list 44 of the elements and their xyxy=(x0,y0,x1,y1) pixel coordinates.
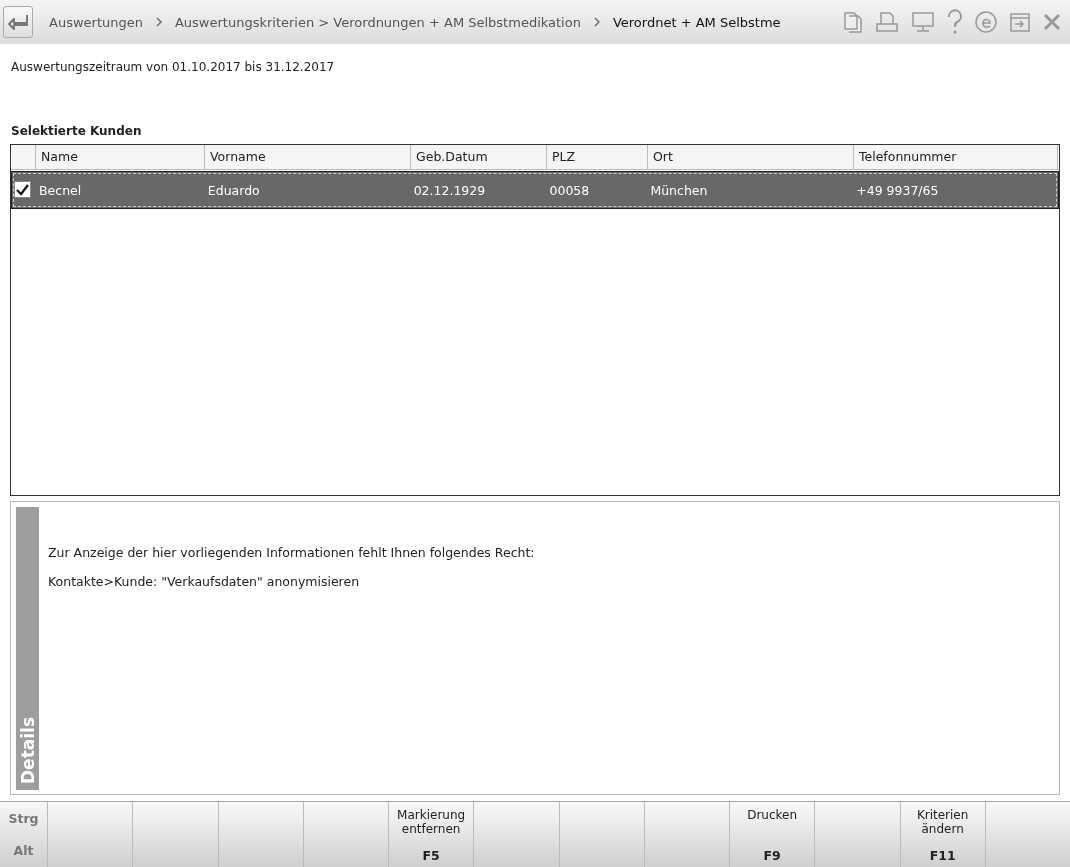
function-key-button[interactable] xyxy=(815,802,900,867)
period-text: Auswertungszeitraum von 01.10.2017 bis 31.12.2017 xyxy=(10,59,336,76)
modifier-label[interactable]: Strg xyxy=(8,810,39,826)
table-cell: München xyxy=(650,182,708,198)
chevron-icon xyxy=(154,17,163,27)
function-key-button[interactable] xyxy=(559,802,644,867)
column-header[interactable]: Ort xyxy=(648,145,854,169)
column-header[interactable]: Name xyxy=(36,145,205,169)
column-header[interactable]: PLZ xyxy=(547,145,648,169)
close-icon[interactable] xyxy=(1042,12,1062,32)
column-header[interactable]: Geb.Datum xyxy=(411,145,547,169)
function-key-button[interactable] xyxy=(303,802,388,867)
copy-document-icon[interactable] xyxy=(842,10,864,34)
column-header[interactable]: Telefonnummer xyxy=(854,145,1058,169)
breadcrumb-link[interactable]: Verordnet + AM Selbstme xyxy=(612,14,781,30)
back-button[interactable] xyxy=(3,6,33,38)
e-circle-icon[interactable] xyxy=(974,10,998,34)
details-text: Kontakte>Kunde: "Verkaufsdaten" anonymisieren xyxy=(48,574,361,589)
function-key-button[interactable] xyxy=(48,802,133,867)
function-key-button[interactable]: Markierung entfernen F5 xyxy=(389,802,474,867)
column-header[interactable]: Vorname xyxy=(205,145,411,169)
function-key-button[interactable] xyxy=(985,802,1070,867)
checkbox[interactable] xyxy=(14,181,31,199)
table-row[interactable]: Becnel Eduardo 02.12.1929 00058 München +49 9937/65 xyxy=(11,171,1059,209)
function-key-button[interactable] xyxy=(474,802,559,867)
table-cell: Becnel xyxy=(39,182,82,198)
breadcrumb-link[interactable]: Auswertungen xyxy=(49,14,143,30)
table-cell: Eduardo xyxy=(207,182,260,198)
monitor-icon[interactable] xyxy=(910,10,936,34)
details-text: Zur Anzeige der hier vorliegenden Informationen fehlt Ihnen folgendes Recht: xyxy=(48,545,535,560)
help-icon[interactable] xyxy=(946,9,964,35)
chevron-icon xyxy=(592,17,601,27)
table-cell: 00058 xyxy=(549,182,590,198)
table-title: Selektierte Kunden xyxy=(10,123,143,140)
window-arrow-icon[interactable] xyxy=(1008,10,1032,34)
printer-icon[interactable] xyxy=(874,10,900,34)
function-key-button[interactable]: Drucken F9 xyxy=(730,802,815,867)
breadcrumb-link[interactable]: Auswertungskriterien > Verordnungen + AM Selbstmedikation xyxy=(174,14,581,30)
table-cell: +49 9937/65 xyxy=(856,182,939,198)
function-key-button[interactable] xyxy=(133,802,218,867)
function-key-button[interactable] xyxy=(644,802,729,867)
function-key-button[interactable] xyxy=(218,802,303,867)
table-cell: 02.12.1929 xyxy=(413,182,486,198)
function-key-button[interactable]: Kriterien ändern F11 xyxy=(900,802,985,867)
